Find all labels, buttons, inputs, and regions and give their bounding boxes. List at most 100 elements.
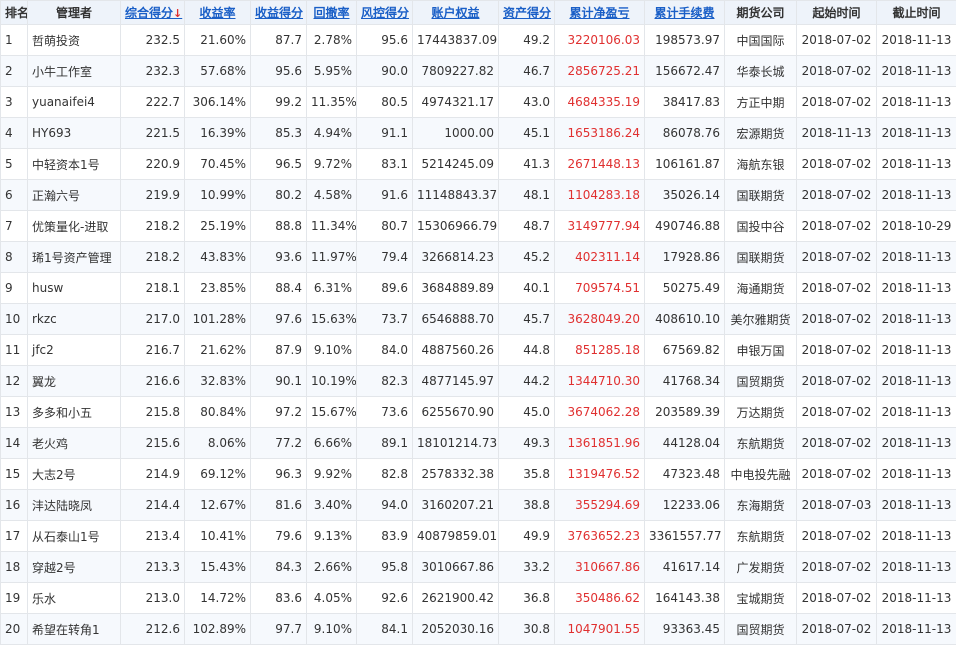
column-header-label: 累计净盈亏 — [569, 6, 629, 20]
column-header[interactable]: 回撤率 — [307, 1, 357, 25]
cell-end-date: 2018-11-13 — [877, 242, 956, 273]
cell-return-rate: 70.45% — [185, 149, 251, 180]
cell-drawdown: 2.78% — [307, 25, 357, 56]
table-row[interactable]: 10rkzc217.0101.28%97.615.63%73.76546888.… — [1, 304, 956, 335]
cell-net-pnl: 1047901.55 — [555, 614, 645, 645]
cell-broker: 华泰长城 — [725, 56, 797, 87]
cell-rank: 19 — [1, 583, 28, 614]
table-row[interactable]: 7优策量化-进取218.225.19%88.811.34%80.71530696… — [1, 211, 956, 242]
cell-rank: 12 — [1, 366, 28, 397]
cell-drawdown: 4.94% — [307, 118, 357, 149]
table-row[interactable]: 14老火鸡215.68.06%77.26.66%89.118101214.734… — [1, 428, 956, 459]
cell-broker: 万达期货 — [725, 397, 797, 428]
cell-end-date: 2018-11-13 — [877, 366, 956, 397]
cell-return-rate: 43.83% — [185, 242, 251, 273]
table-row[interactable]: 15大志2号214.969.12%96.39.92%82.82578332.38… — [1, 459, 956, 490]
table-row[interactable]: 6正瀚六号219.910.99%80.24.58%91.611148843.37… — [1, 180, 956, 211]
cell-drawdown: 4.58% — [307, 180, 357, 211]
table-row[interactable]: 17从石泰山1号213.410.41%79.69.13%83.940879859… — [1, 521, 956, 552]
cell-fees: 203589.39 — [645, 397, 725, 428]
table-row[interactable]: 1哲萌投资232.521.60%87.72.78%95.617443837.09… — [1, 25, 956, 56]
cell-net-pnl: 3628049.20 — [555, 304, 645, 335]
cell-net-pnl: 4684335.19 — [555, 87, 645, 118]
cell-fees: 86078.76 — [645, 118, 725, 149]
cell-rank: 4 — [1, 118, 28, 149]
column-header-label: 综合得分 — [125, 6, 173, 20]
column-header[interactable]: 资产得分 — [499, 1, 555, 25]
cell-manager: jfc2 — [28, 335, 121, 366]
cell-rank: 2 — [1, 56, 28, 87]
cell-drawdown: 11.35% — [307, 87, 357, 118]
table-row[interactable]: 3yuanaifei4222.7306.14%99.211.35%80.5497… — [1, 87, 956, 118]
cell-fees: 17928.86 — [645, 242, 725, 273]
cell-fees: 47323.48 — [645, 459, 725, 490]
column-header[interactable]: 账户权益 — [413, 1, 499, 25]
cell-end-date: 2018-11-13 — [877, 273, 956, 304]
cell-broker: 国联期货 — [725, 180, 797, 211]
cell-asset-score: 35.8 — [499, 459, 555, 490]
cell-return-rate: 12.67% — [185, 490, 251, 521]
column-header[interactable]: 收益率 — [185, 1, 251, 25]
cell-return-rate: 16.39% — [185, 118, 251, 149]
cell-fees: 44128.04 — [645, 428, 725, 459]
cell-total-score: 213.3 — [121, 552, 185, 583]
table-row[interactable]: 4HY693221.516.39%85.34.94%91.11000.0045.… — [1, 118, 956, 149]
cell-rank: 1 — [1, 25, 28, 56]
cell-end-date: 2018-11-13 — [877, 397, 956, 428]
cell-asset-score: 49.9 — [499, 521, 555, 552]
cell-return-rate: 10.41% — [185, 521, 251, 552]
cell-rank: 8 — [1, 242, 28, 273]
table-row[interactable]: 19乐水213.014.72%83.64.05%92.62621900.4236… — [1, 583, 956, 614]
cell-asset-score: 49.2 — [499, 25, 555, 56]
table-row[interactable]: 9husw218.123.85%88.46.31%89.63684889.894… — [1, 273, 956, 304]
column-header-label: 排名 — [5, 6, 28, 20]
cell-return-score: 87.9 — [251, 335, 307, 366]
cell-end-date: 2018-11-13 — [877, 180, 956, 211]
cell-asset-score: 45.7 — [499, 304, 555, 335]
column-header[interactable]: 累计手续费 — [645, 1, 725, 25]
cell-manager: 沣达陆晓凤 — [28, 490, 121, 521]
cell-equity: 2621900.42 — [413, 583, 499, 614]
table-row[interactable]: 8琋1号资产管理218.243.83%93.611.97%79.43266814… — [1, 242, 956, 273]
cell-return-score: 83.6 — [251, 583, 307, 614]
cell-start-date: 2018-07-02 — [797, 242, 877, 273]
cell-fees: 12233.06 — [645, 490, 725, 521]
column-header-label: 管理者 — [56, 6, 92, 20]
cell-manager: 正瀚六号 — [28, 180, 121, 211]
table-row[interactable]: 11jfc2216.721.62%87.99.10%84.04887560.26… — [1, 335, 956, 366]
table-row[interactable]: 13多多和小五215.880.84%97.215.67%73.66255670.… — [1, 397, 956, 428]
cell-fees: 35026.14 — [645, 180, 725, 211]
cell-drawdown: 15.63% — [307, 304, 357, 335]
cell-fees: 50275.49 — [645, 273, 725, 304]
cell-drawdown: 9.72% — [307, 149, 357, 180]
column-header-label: 期货公司 — [736, 6, 784, 20]
cell-risk-score: 92.6 — [357, 583, 413, 614]
cell-start-date: 2018-07-02 — [797, 428, 877, 459]
table-row[interactable]: 18穿越2号213.315.43%84.32.66%95.83010667.86… — [1, 552, 956, 583]
cell-return-rate: 102.89% — [185, 614, 251, 645]
table-row[interactable]: 16沣达陆晓凤214.412.67%81.63.40%94.03160207.2… — [1, 490, 956, 521]
table-row[interactable]: 12翼龙216.632.83%90.110.19%82.34877145.974… — [1, 366, 956, 397]
cell-return-rate: 23.85% — [185, 273, 251, 304]
cell-asset-score: 38.8 — [499, 490, 555, 521]
column-header[interactable]: 风控得分 — [357, 1, 413, 25]
cell-equity: 4974321.17 — [413, 87, 499, 118]
cell-manager: 老火鸡 — [28, 428, 121, 459]
column-header[interactable]: 综合得分↓ — [121, 1, 185, 25]
cell-asset-score: 45.0 — [499, 397, 555, 428]
cell-manager: 乐水 — [28, 583, 121, 614]
cell-risk-score: 80.7 — [357, 211, 413, 242]
column-header[interactable]: 累计净盈亏 — [555, 1, 645, 25]
column-header: 截止时间 — [877, 1, 956, 25]
table-row[interactable]: 2小牛工作室232.357.68%95.65.95%90.07809227.82… — [1, 56, 956, 87]
cell-asset-score: 44.2 — [499, 366, 555, 397]
cell-equity: 3160207.21 — [413, 490, 499, 521]
column-header[interactable]: 收益得分 — [251, 1, 307, 25]
cell-start-date: 2018-07-02 — [797, 335, 877, 366]
cell-return-rate: 15.43% — [185, 552, 251, 583]
cell-manager: HY693 — [28, 118, 121, 149]
table-row[interactable]: 20希望在转角1212.6102.89%97.79.10%84.12052030… — [1, 614, 956, 645]
cell-risk-score: 82.8 — [357, 459, 413, 490]
cell-manager: 优策量化-进取 — [28, 211, 121, 242]
table-row[interactable]: 5中轻资本1号220.970.45%96.59.72%83.15214245.0… — [1, 149, 956, 180]
